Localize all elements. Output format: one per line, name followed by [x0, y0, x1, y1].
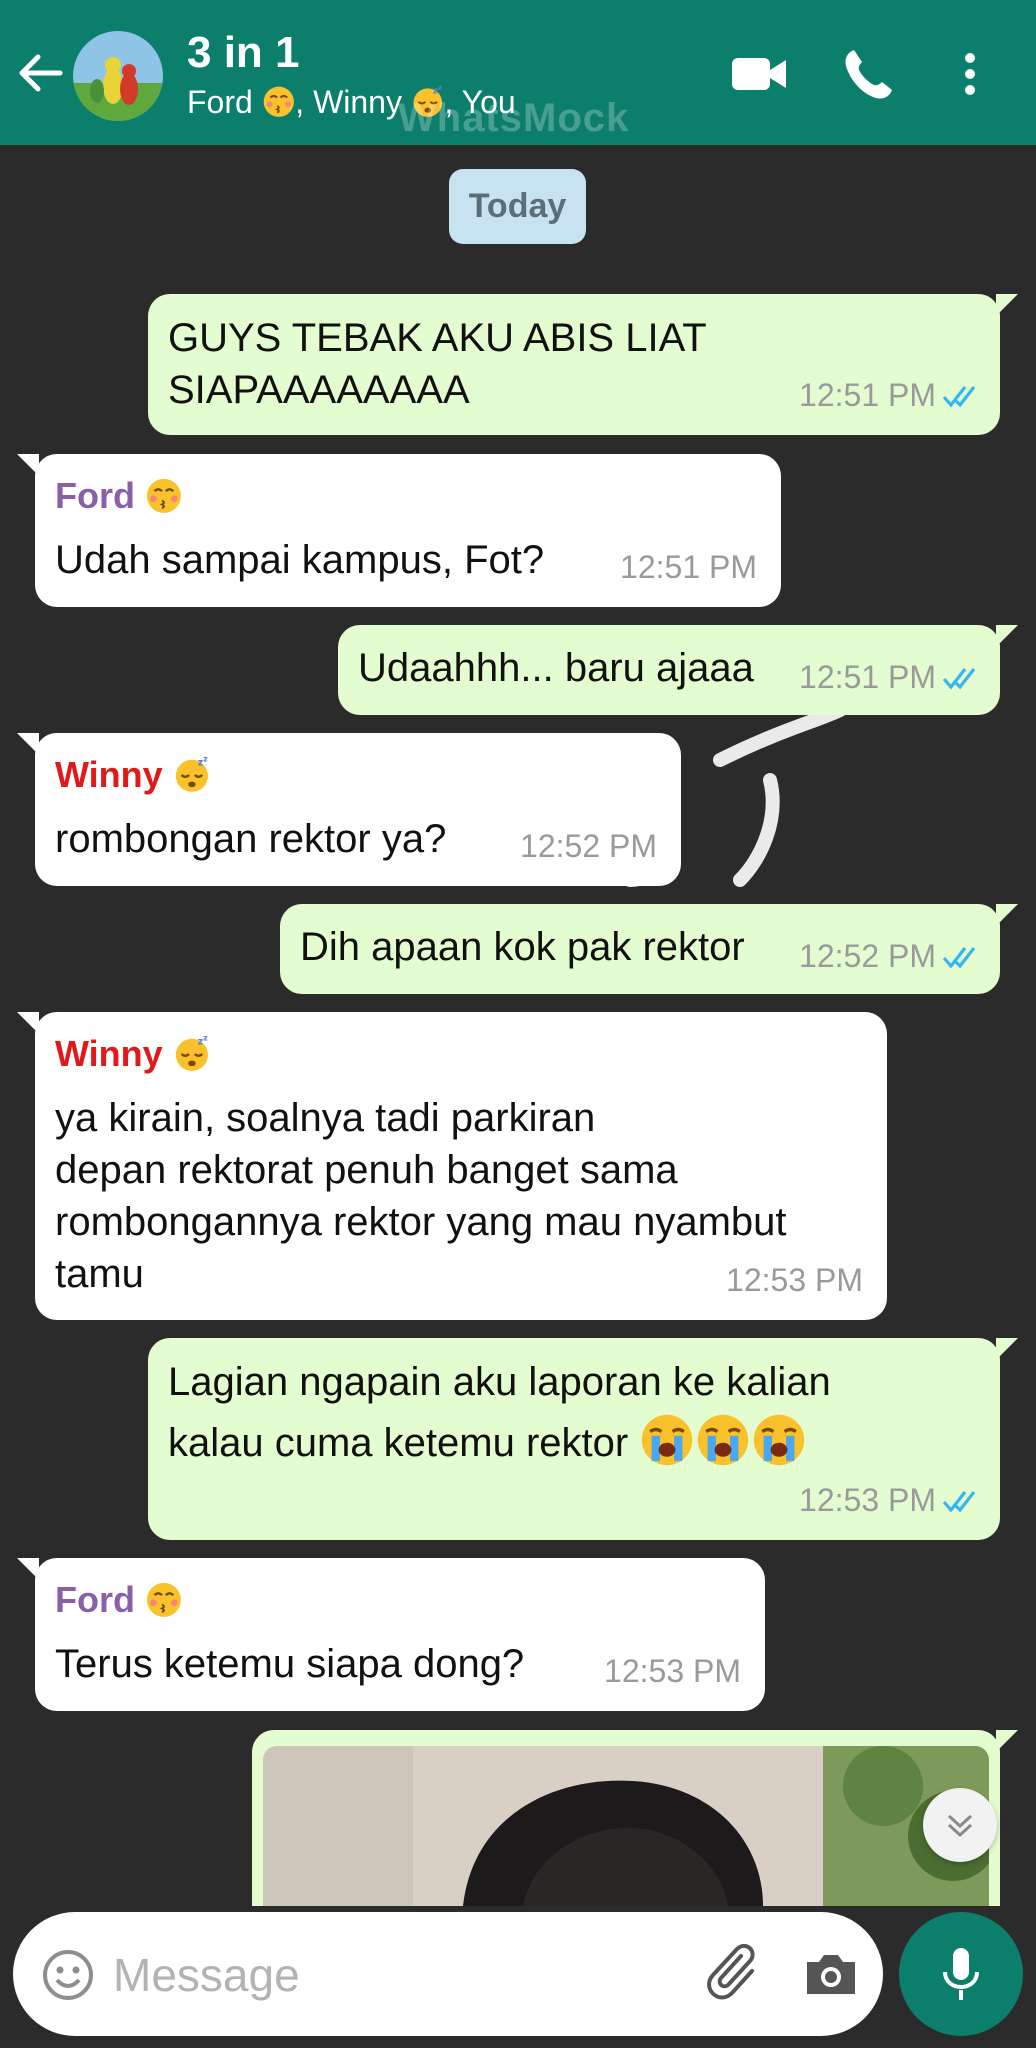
outgoing-message[interactable]: GUYS TEBAK AKU ABIS LIAT SIAPAAAAAAAA 12…	[148, 294, 1018, 435]
more-options-icon[interactable]	[950, 42, 990, 106]
kissing-face-emoji	[145, 1581, 183, 1619]
message-text: tamu	[55, 1252, 144, 1296]
message-text: depan rektorat penuh banget sama	[55, 1148, 678, 1192]
time-text: 12:53 PM	[799, 1482, 936, 1518]
sender-name[interactable]: Ford	[55, 1578, 183, 1622]
sleeping-face-emoji	[173, 1035, 211, 1073]
sender-label: Ford	[55, 1579, 135, 1620]
emoji-icon[interactable]	[41, 1948, 95, 2002]
message-timestamp: 12:52 PM	[520, 828, 657, 864]
message-timestamp: 12:53 PM	[799, 1474, 982, 1526]
sender-label: Winny	[55, 1033, 163, 1074]
bubble-tail	[996, 294, 1018, 316]
message-input[interactable]	[111, 1942, 675, 2008]
sender-name[interactable]: Winny	[55, 1032, 210, 1076]
read-ticks-icon	[942, 665, 982, 691]
message-text: GUYS TEBAK AKU ABIS LIAT	[168, 316, 707, 360]
message-text: rombongan rektor ya?	[55, 817, 447, 861]
message-text: kalau cuma ketemu rektor	[168, 1421, 629, 1465]
incoming-message[interactable]: Winny rombongan rektor ya? 12:52 PM	[17, 733, 681, 886]
loudly-crying-face-emoji	[639, 1412, 695, 1468]
photo-attachment[interactable]	[263, 1746, 989, 1906]
message-text: ya kirain, soalnya tadi parkiran	[55, 1096, 596, 1140]
incoming-message[interactable]: Ford Terus ketemu siapa dong? 12:53 PM	[17, 1558, 765, 1711]
bubble-tail	[996, 1730, 1018, 1752]
chat-header: 3 in 1 Ford , Winny , You WhatsMock	[0, 0, 1036, 145]
message-timestamp: 12:51 PM	[620, 549, 757, 585]
incoming-message[interactable]: Winny ya kirain, soalnya tadi parkiran d…	[17, 1012, 887, 1320]
outgoing-message[interactable]: Udaahhh... baru ajaaa 12:51 PM	[338, 625, 1018, 715]
message-text: Udaahhh... baru ajaaa	[358, 646, 754, 690]
message-timestamp: 12:51 PM	[799, 651, 982, 703]
read-ticks-icon	[942, 383, 982, 409]
attachment-icon[interactable]	[701, 1942, 763, 2004]
voice-call-icon[interactable]	[836, 42, 900, 106]
read-ticks-icon	[942, 1488, 982, 1514]
chat-title[interactable]: 3 in 1	[187, 28, 300, 78]
kissing-face-emoji	[145, 477, 183, 515]
message-text: Terus ketemu siapa dong?	[55, 1642, 525, 1686]
kissing-face-emoji	[262, 85, 296, 119]
sender-label: Winny	[55, 754, 163, 795]
message-text: Udah sampai kampus, Fot?	[55, 538, 545, 582]
incoming-message[interactable]: Ford Udah sampai kampus, Fot? 12:51 PM	[17, 454, 781, 607]
message-timestamp: 12:52 PM	[799, 930, 982, 982]
bubble-tail	[17, 1558, 39, 1580]
bubble-tail	[17, 733, 39, 755]
bubble-tail	[996, 1338, 1018, 1360]
time-text: 12:51 PM	[799, 659, 936, 695]
bubble-tail	[996, 904, 1018, 926]
message-text: rombongannya rektor yang mau nyambut	[55, 1200, 787, 1244]
read-ticks-icon	[942, 944, 982, 970]
group-avatar[interactable]	[73, 31, 163, 121]
sender-name[interactable]: Winny	[55, 753, 210, 797]
message-timestamp: 12:53 PM	[604, 1653, 741, 1689]
video-call-icon[interactable]	[728, 42, 792, 106]
bubble-tail	[17, 1012, 39, 1034]
loudly-crying-face-emoji	[695, 1412, 751, 1468]
message-text: SIAPAAAAAAAA	[168, 368, 470, 412]
back-arrow-icon[interactable]	[16, 48, 66, 98]
message-text: Dih apaan kok pak rektor	[300, 925, 745, 969]
double-chevron-down-icon	[947, 1814, 973, 1838]
message-text: Lagian ngapain aku laporan ke kalian	[168, 1360, 831, 1404]
time-text: 12:52 PM	[799, 938, 936, 974]
bubble-tail	[17, 454, 39, 476]
outgoing-message[interactable]: Lagian ngapain aku laporan ke kalian kal…	[148, 1338, 1018, 1540]
voice-message-button[interactable]	[899, 1912, 1023, 2036]
date-chip: Today	[449, 169, 586, 244]
participant-name: Ford	[187, 84, 253, 120]
scroll-to-bottom-button[interactable]	[923, 1788, 997, 1862]
watermark: WhatsMock	[398, 96, 630, 140]
separator: ,	[295, 84, 314, 120]
outgoing-message[interactable]: Dih apaan kok pak rektor 12:52 PM	[280, 904, 1018, 994]
microphone-icon	[943, 1948, 979, 2000]
sender-label: Ford	[55, 475, 135, 516]
sender-name[interactable]: Ford	[55, 474, 183, 518]
participant-name: Winny	[313, 84, 402, 120]
sleeping-face-emoji	[173, 756, 211, 794]
time-text: 12:51 PM	[799, 377, 936, 413]
message-input-bar	[13, 1912, 883, 2036]
camera-icon[interactable]	[801, 1944, 861, 2004]
bubble-tail	[996, 625, 1018, 647]
message-timestamp: 12:53 PM	[726, 1262, 863, 1298]
message-timestamp: 12:51 PM	[799, 369, 982, 421]
loudly-crying-face-emoji	[751, 1412, 807, 1468]
